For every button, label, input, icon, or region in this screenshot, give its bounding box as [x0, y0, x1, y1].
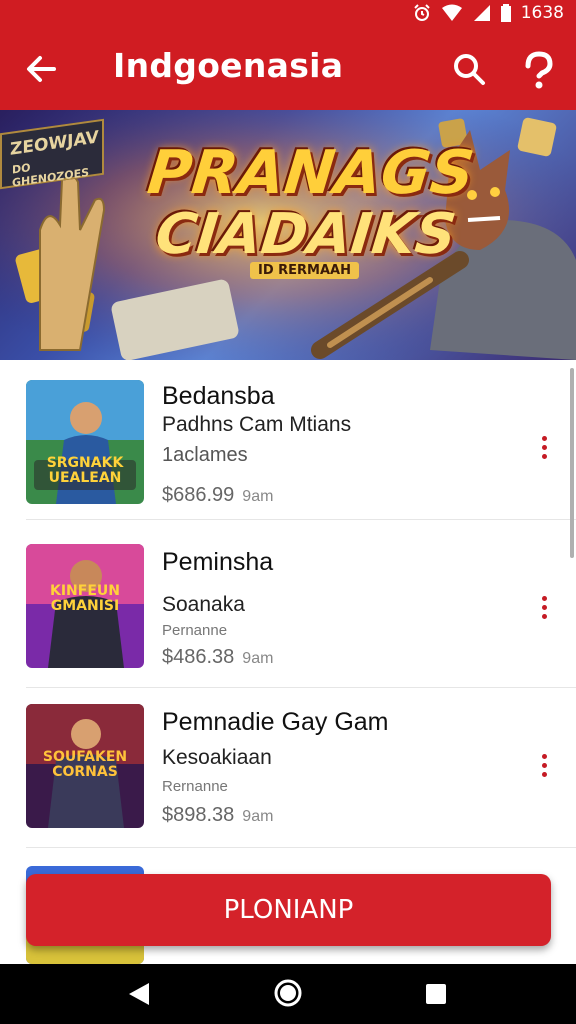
divider	[26, 519, 576, 520]
clock: 1638	[520, 3, 564, 23]
status-bar: 1638	[0, 0, 576, 28]
search-icon[interactable]	[450, 50, 488, 88]
banner-subtitle: ID RERMAAH	[250, 262, 359, 279]
banner-title-line1: PRANAGS	[144, 138, 478, 208]
system-nav-bar	[0, 964, 576, 1024]
thumb-caption: KINFEUN GMANISI	[50, 583, 120, 614]
app-bar: Indgoenasia	[0, 28, 576, 110]
item-meta: Rernanne	[162, 778, 228, 795]
banner-title-line2: CIADAIKS	[152, 202, 460, 267]
back-arrow-icon[interactable]	[22, 50, 60, 88]
item-price-line: $686.99 9am	[162, 484, 273, 507]
list-item[interactable]: SRGNAKK UEALEAN Bedansba Padhns Cam Mtia…	[0, 360, 576, 520]
list-item[interactable]: KINFEUN GMANISI Peminsha Soanaka Pernann…	[0, 528, 576, 688]
page-title: Indgoenasia	[113, 46, 344, 85]
item-unit: 9am	[242, 650, 274, 667]
item-subtitle: Soanaka	[162, 593, 245, 616]
item-title: Pemnadie Gay Gam	[162, 708, 389, 736]
battery-icon	[500, 4, 511, 22]
help-icon[interactable]	[518, 48, 560, 90]
recent-square-icon[interactable]	[426, 984, 446, 1004]
item-price: $486.38	[162, 646, 235, 668]
item-price-line: $898.38 9am	[162, 804, 273, 827]
signal-icon	[473, 5, 490, 21]
thumb-caption: SRGNAKK UEALEAN	[46, 455, 124, 486]
item-price: $686.99	[162, 484, 235, 506]
scrollbar[interactable]	[570, 368, 574, 558]
home-circle-icon[interactable]	[273, 978, 303, 1008]
item-title: Bedansba	[162, 382, 275, 410]
item-meta: 1aclames	[162, 444, 248, 466]
primary-action-button[interactable]: PLONIANP	[26, 874, 551, 946]
wifi-icon	[441, 4, 462, 21]
item-unit: 9am	[242, 808, 274, 825]
more-options-icon[interactable]	[533, 432, 555, 466]
more-options-icon[interactable]	[533, 592, 555, 626]
item-title: Peminsha	[162, 548, 274, 576]
back-triangle-icon[interactable]	[127, 981, 151, 1007]
divider	[26, 847, 576, 848]
item-price: $898.38	[162, 804, 235, 826]
list-item[interactable]: SOUFAKEN CORNAS Pemnadie Gay Gam Kesoaki…	[0, 688, 576, 848]
item-subtitle: Kesoakiaan	[162, 746, 272, 769]
item-meta: Pernanne	[162, 622, 228, 639]
item-unit: 9am	[242, 488, 274, 505]
promo-banner[interactable]: ZEOWJAV DO GHENOZOES PRANAGS CIADAIKS ID…	[0, 110, 576, 360]
alarm-icon	[414, 4, 430, 21]
item-price-line: $486.38 9am	[162, 646, 273, 669]
item-subtitle: Padhns Cam Mtians	[162, 413, 352, 436]
status-icons: 1638	[413, 3, 564, 23]
more-options-icon[interactable]	[533, 750, 555, 784]
thumb-caption: SOUFAKEN CORNAS	[42, 749, 128, 780]
